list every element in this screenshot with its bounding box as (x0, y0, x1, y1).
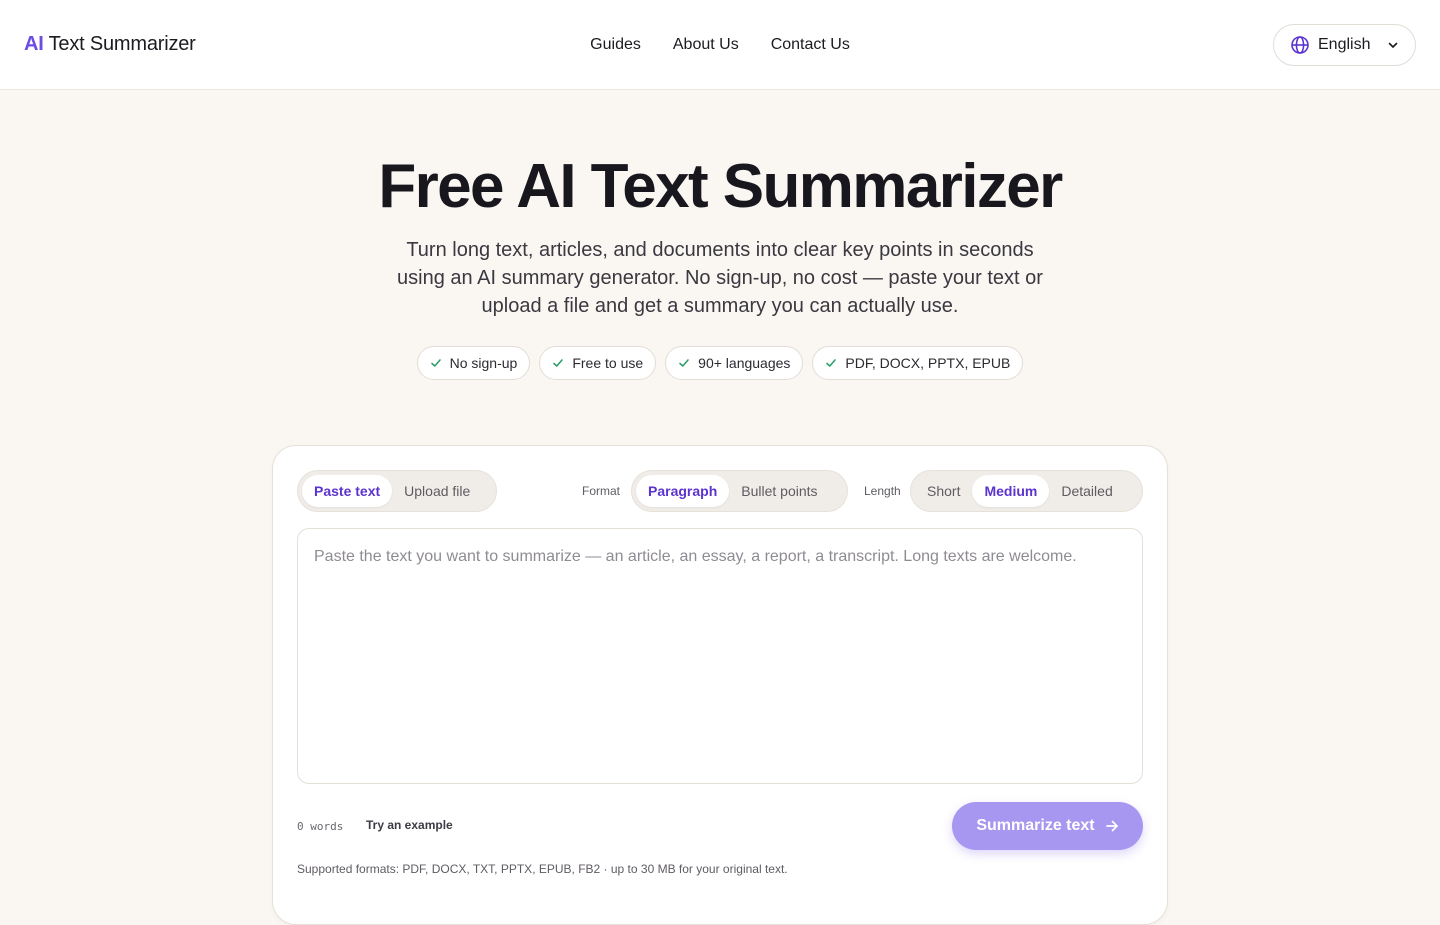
globe-icon (1291, 36, 1309, 54)
check-icon (826, 359, 837, 367)
try-example-link[interactable]: Try an example (366, 818, 453, 832)
badge-label: 90+ languages (698, 355, 791, 371)
main-nav: Guides About Us Contact Us (590, 0, 850, 90)
badge-label: No sign-up (449, 355, 518, 371)
check-icon (679, 359, 689, 367)
summarize-button-label: Summarize text (976, 817, 1095, 834)
language-selector[interactable]: English (1273, 24, 1416, 66)
chevron-down-icon (1388, 42, 1398, 48)
text-input[interactable] (297, 528, 1143, 784)
language-label: English (1318, 36, 1371, 53)
logo-ai-text: AI (24, 33, 44, 55)
badge-languages: 90+ languages (665, 346, 804, 380)
summarize-button[interactable]: Summarize text (952, 802, 1143, 850)
arrow-right-icon (1105, 820, 1118, 832)
page-subtitle: Turn long text, articles, and documents … (397, 239, 1043, 317)
page-title: Free AI Text Summarizer (378, 152, 1063, 221)
tab-paste-text[interactable]: Paste text (302, 475, 393, 507)
format-toggle: Paragraph Bullet points (631, 470, 848, 512)
supported-formats-note: Supported formats: PDF, DOCX, TXT, PPTX,… (297, 862, 788, 876)
tab-upload-file[interactable]: Upload file (392, 475, 482, 507)
nav-about-us[interactable]: About Us (673, 36, 739, 54)
badge-free-to-use: Free to use (539, 346, 657, 380)
site-header: AI Text Summarizer Guides About Us Conta… (0, 0, 1440, 90)
length-option-medium[interactable]: Medium (972, 475, 1050, 507)
nav-contact-us[interactable]: Contact Us (771, 36, 850, 54)
nav-guides[interactable]: Guides (590, 36, 641, 54)
badge-no-signup: No sign-up (416, 346, 531, 380)
length-toggle: Short Medium Detailed (910, 470, 1143, 512)
format-option-bullet-points[interactable]: Bullet points (729, 475, 829, 507)
site-logo[interactable]: AI Text Summarizer (24, 33, 196, 56)
hero-section: Free AI Text Summarizer Turn long text, … (0, 152, 1440, 380)
badge-formats: PDF, DOCX, PPTX, EPUB (812, 346, 1024, 380)
badge-label: Free to use (572, 355, 644, 371)
feature-badges: No sign-up Free to use 90+ languages PDF… (0, 346, 1440, 380)
format-option-paragraph[interactable]: Paragraph (636, 475, 730, 507)
format-label: Format (582, 484, 621, 498)
length-option-short[interactable]: Short (915, 475, 972, 507)
source-tabs: Paste text Upload file (297, 470, 497, 512)
word-count: 0 words (297, 820, 344, 833)
logo-name-text: Text Summarizer (43, 33, 196, 55)
length-label: Length (864, 484, 901, 498)
check-icon (430, 359, 441, 367)
check-icon (553, 359, 564, 367)
length-option-detailed[interactable]: Detailed (1049, 475, 1124, 507)
summarizer-card: Paste text Upload file Format Paragraph … (272, 445, 1168, 925)
badge-label: PDF, DOCX, PPTX, EPUB (845, 355, 1011, 371)
